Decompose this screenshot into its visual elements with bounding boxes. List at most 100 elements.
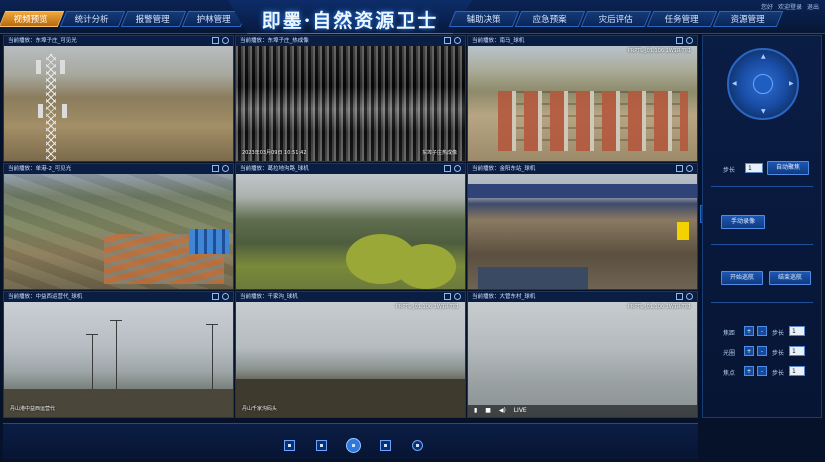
video-cell[interactable]: 当前播放：金阳东站_球机 — [467, 163, 698, 290]
auto-focus-button[interactable]: 自动聚焦 — [767, 161, 809, 175]
video-cell-header: 当前播放：葛拉地沟路_球机 — [236, 164, 465, 174]
volume-icon[interactable]: ◀) — [499, 407, 506, 414]
play-icon[interactable]: ▮ — [474, 407, 477, 414]
ptz-joystick[interactable]: ▲ ▼ ◀ ▶ — [727, 48, 799, 120]
divider — [711, 186, 813, 187]
step-input[interactable]: 1 — [745, 163, 763, 173]
camera-name-overlay: 丹山千家沟码头 — [242, 406, 278, 412]
zoom-plus-button[interactable]: + — [744, 326, 754, 336]
tab-alarm-management[interactable]: 报警管理 — [120, 11, 187, 27]
tab-task-management[interactable]: 任务管理 — [646, 11, 718, 27]
close-stream-icon[interactable] — [686, 37, 693, 44]
fullscreen-icon[interactable] — [444, 37, 451, 44]
start-patrol-button[interactable]: 开始巡航 — [721, 271, 763, 285]
camera-feed-image — [468, 302, 697, 417]
video-cell[interactable]: 当前播放：中益西运营代_球机 丹山港中益西运营代 — [3, 291, 234, 418]
tab-emergency-plan[interactable]: 应急预案 — [514, 11, 586, 27]
fullscreen-icon[interactable] — [444, 165, 451, 172]
divider — [711, 244, 813, 245]
camera-label: 当前播放：东埠子庄_可见光 — [8, 38, 77, 44]
camera-feed-image — [468, 46, 697, 161]
camera-feed-image — [4, 46, 233, 161]
top-navigation-bar: 视频预览 统计分析 报警管理 护林管理 即墨·自然资源卫士 辅助决策 应急预案 … — [0, 0, 825, 34]
close-stream-icon[interactable] — [222, 165, 229, 172]
video-cell-header: 当前播放：金阳东站_球机 — [468, 164, 697, 174]
layout-4x4-icon[interactable] — [380, 440, 391, 451]
ptz-down-icon[interactable]: ▼ — [761, 108, 766, 115]
fullscreen-icon[interactable] — [212, 293, 219, 300]
focus-step-input[interactable]: 1 — [789, 366, 805, 376]
video-cell[interactable]: 当前播放：千家沟_球机 PRPTL-J01,106 1W1R-T01 丹山千家沟… — [235, 291, 466, 418]
close-stream-icon[interactable] — [222, 37, 229, 44]
tab-video-preview[interactable]: 视频预览 — [0, 11, 65, 27]
close-stream-icon[interactable] — [454, 37, 461, 44]
camera-label: 当前播放：大管东村_球机 — [472, 294, 536, 300]
manual-record-button[interactable]: 手动录像 — [721, 215, 765, 229]
iris-step-input[interactable]: 1 — [789, 346, 805, 356]
divider — [711, 302, 813, 303]
zoom-step-input[interactable]: 1 — [789, 326, 805, 336]
antenna-graphic — [38, 104, 43, 118]
fullscreen-icon[interactable] — [444, 293, 451, 300]
iris-plus-button[interactable]: + — [744, 346, 754, 356]
camera-feed-image — [4, 174, 233, 289]
camera-feed-image — [468, 174, 697, 289]
fullscreen-icon[interactable] — [676, 165, 683, 172]
ptz-control-panel: ▲ ▼ ◀ ▶ 步长 1 自动聚焦 手动录像 开始巡航 结束巡航 焦距 + - … — [702, 35, 822, 418]
video-cell-header: 当前播放：单港-2_可见光 — [4, 164, 233, 174]
ptz-center-button[interactable] — [753, 74, 773, 94]
iris-minus-button[interactable]: - — [757, 346, 767, 356]
tab-decision-support[interactable]: 辅助决策 — [448, 11, 520, 27]
title-area: 即墨·自然资源卫士 — [248, 0, 452, 34]
video-cell[interactable]: 当前播放：单港-2_可见光 — [3, 163, 234, 290]
tab-statistics[interactable]: 统计分析 — [59, 11, 126, 27]
video-cell[interactable]: 当前播放：大管东村_球机 PRPTL-J01,106 1W1R-T01 ▮ ■ … — [467, 291, 698, 418]
close-stream-icon[interactable] — [222, 293, 229, 300]
fullscreen-icon[interactable] — [676, 37, 683, 44]
ptz-left-icon[interactable]: ◀ — [732, 80, 737, 87]
fullscreen-icon[interactable] — [676, 293, 683, 300]
video-cell[interactable]: 当前播放：东埠子庄_热成像 2023年03月09日 10:51:42 东埠子庄热… — [235, 35, 466, 162]
login-link[interactable]: 欢迎登录 — [778, 2, 802, 11]
close-stream-icon[interactable] — [454, 293, 461, 300]
ptz-info-overlay: PRPTL-J01,106 1W1R-T01 — [627, 304, 691, 310]
focus-minus-button[interactable]: - — [757, 366, 767, 376]
logout-link[interactable]: 退出 — [807, 2, 819, 11]
ptz-info-overlay: PRPTL-J01,106 1W1R-T01 — [627, 48, 691, 54]
antenna-graphic — [60, 60, 65, 74]
fullscreen-icon[interactable] — [212, 165, 219, 172]
layout-2x2-icon[interactable] — [316, 440, 327, 451]
video-cell[interactable]: 当前播放：葛拉地沟路_球机 — [235, 163, 466, 290]
building-graphic — [478, 267, 588, 289]
tab-resource-management[interactable]: 资源管理 — [712, 11, 784, 27]
fullscreen-layout-icon[interactable] — [412, 440, 423, 451]
video-cell[interactable]: 当前播放：南马_球机 PRPTL-J01,106 1W1R-T01 — [467, 35, 698, 162]
lamp-post-graphic — [110, 320, 122, 400]
tab-disaster-assessment[interactable]: 灾后评估 — [580, 11, 652, 27]
zoom-minus-button[interactable]: - — [757, 326, 767, 336]
camera-label: 当前播放：中益西运营代_球机 — [8, 294, 83, 300]
end-patrol-button[interactable]: 结束巡航 — [769, 271, 811, 285]
greeting-text: 您好 — [760, 4, 773, 11]
video-cell-header: 当前播放：大管东村_球机 — [468, 292, 697, 302]
ptz-right-icon[interactable]: ▶ — [789, 80, 794, 87]
focus-step-label: 步长 — [772, 370, 785, 377]
camera-feed-image — [236, 46, 465, 161]
layout-1x1-icon[interactable] — [284, 440, 295, 451]
right-nav-tabs: 辅助决策 应急预案 灾后评估 任务管理 资源管理 — [448, 11, 784, 27]
close-stream-icon[interactable] — [454, 165, 461, 172]
stop-icon[interactable]: ■ — [485, 407, 491, 414]
layout-3x3-icon[interactable] — [346, 438, 361, 453]
close-stream-icon[interactable] — [686, 293, 693, 300]
video-cell[interactable]: 当前播放：东埠子庄_可见光 — [3, 35, 234, 162]
timestamp-overlay: 2023年03月09日 10:51:42 — [242, 150, 307, 156]
ptz-up-icon[interactable]: ▲ — [761, 53, 766, 60]
tower-graphic — [46, 54, 56, 161]
focus-plus-button[interactable]: + — [744, 366, 754, 376]
fullscreen-icon[interactable] — [212, 37, 219, 44]
left-nav-tabs: 视频预览 统计分析 报警管理 护林管理 — [0, 11, 248, 27]
camera-name-overlay: 东埠子庄热成像 — [421, 150, 457, 156]
fence-graphic — [468, 184, 697, 198]
camera-label: 当前播放：单港-2_可见光 — [8, 166, 72, 172]
close-stream-icon[interactable] — [686, 165, 693, 172]
